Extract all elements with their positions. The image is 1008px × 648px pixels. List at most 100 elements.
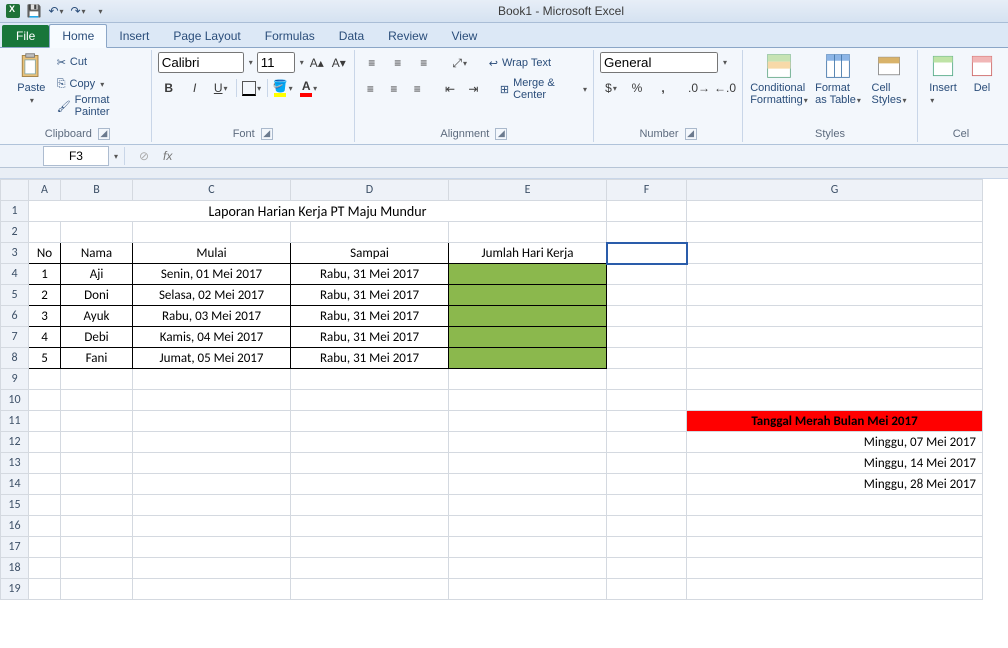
tab-formulas[interactable]: Formulas — [253, 25, 327, 47]
cell-B14[interactable] — [61, 474, 133, 495]
cell-A12[interactable] — [29, 432, 61, 453]
cell-C3[interactable]: Mulai — [133, 243, 291, 264]
undo-icon[interactable]: ↶▾ — [48, 3, 64, 19]
cell-C4[interactable]: Senin, 01 Mei 2017 — [133, 264, 291, 285]
cell-B13[interactable] — [61, 453, 133, 474]
col-header-F[interactable]: F — [607, 180, 687, 201]
clipboard-dialog-launcher[interactable]: ◢ — [98, 128, 110, 140]
row-header-12[interactable]: 12 — [1, 432, 29, 453]
number-format-combo[interactable] — [600, 52, 718, 73]
cell-B3[interactable]: Nama — [61, 243, 133, 264]
cell-D14[interactable] — [291, 474, 449, 495]
cell-B2[interactable] — [61, 222, 133, 243]
cell-C5[interactable]: Selasa, 02 Mei 2017 — [133, 285, 291, 306]
increase-decimal-icon[interactable]: .0→ — [688, 77, 710, 99]
cell-A6[interactable]: 3 — [29, 306, 61, 327]
fill-color-button[interactable]: 🪣▾ — [272, 77, 294, 99]
cell-A16[interactable] — [29, 516, 61, 537]
cell-D13[interactable] — [291, 453, 449, 474]
row-header-16[interactable]: 16 — [1, 516, 29, 537]
cell-B7[interactable]: Debi — [61, 327, 133, 348]
cell-D9[interactable] — [291, 369, 449, 390]
cell-F8[interactable] — [607, 348, 687, 369]
col-header-B[interactable]: B — [61, 180, 133, 201]
tab-view[interactable]: View — [440, 25, 490, 47]
row-header-2[interactable]: 2 — [1, 222, 29, 243]
cell-E10[interactable] — [449, 390, 607, 411]
align-center-icon[interactable]: ≡ — [384, 78, 403, 100]
tab-file[interactable]: File — [2, 25, 49, 47]
format-painter-button[interactable]: 🖌Format Painter — [57, 96, 145, 116]
select-all-corner[interactable] — [1, 180, 29, 201]
cell-F7[interactable] — [607, 327, 687, 348]
cell-A14[interactable] — [29, 474, 61, 495]
tab-home[interactable]: Home — [49, 24, 107, 48]
col-header-G[interactable]: G — [687, 180, 983, 201]
cell-G12[interactable]: Minggu, 07 Mei 2017 — [687, 432, 983, 453]
cell-B18[interactable] — [61, 558, 133, 579]
cell-D11[interactable] — [291, 411, 449, 432]
cell-G2[interactable] — [687, 222, 983, 243]
cell-C17[interactable] — [133, 537, 291, 558]
cell-E8[interactable] — [449, 348, 607, 369]
col-header-A[interactable]: A — [29, 180, 61, 201]
row-header-13[interactable]: 13 — [1, 453, 29, 474]
row-header-19[interactable]: 19 — [1, 579, 29, 600]
cell-E19[interactable] — [449, 579, 607, 600]
cell-F12[interactable] — [607, 432, 687, 453]
tab-insert[interactable]: Insert — [107, 25, 161, 47]
cell-C9[interactable] — [133, 369, 291, 390]
cell-D12[interactable] — [291, 432, 449, 453]
cell-C12[interactable] — [133, 432, 291, 453]
cell-G8[interactable] — [687, 348, 983, 369]
paste-button[interactable]: Paste▾ — [10, 52, 53, 105]
cell-E12[interactable] — [449, 432, 607, 453]
cell-D4[interactable]: Rabu, 31 Mei 2017 — [291, 264, 449, 285]
row-header-15[interactable]: 15 — [1, 495, 29, 516]
cell-F19[interactable] — [607, 579, 687, 600]
underline-button[interactable]: U▾ — [210, 77, 232, 99]
cell-D7[interactable]: Rabu, 31 Mei 2017 — [291, 327, 449, 348]
cell-B12[interactable] — [61, 432, 133, 453]
cell-A1[interactable]: Laporan Harian Kerja PT Maju Mundur — [29, 201, 607, 222]
fx-icon[interactable]: fx — [163, 149, 172, 163]
align-bottom-icon[interactable]: ≡ — [413, 52, 435, 74]
cell-G17[interactable] — [687, 537, 983, 558]
cell-G4[interactable] — [687, 264, 983, 285]
worksheet-grid[interactable]: ABCDEFG1Laporan Harian Kerja PT Maju Mun… — [0, 179, 1008, 600]
row-header-8[interactable]: 8 — [1, 348, 29, 369]
cell-F2[interactable] — [607, 222, 687, 243]
alignment-dialog-launcher[interactable]: ◢ — [495, 128, 507, 140]
comma-format-icon[interactable]: , — [652, 77, 674, 99]
conditional-formatting-button[interactable]: ConditionalFormatting▾ — [749, 52, 809, 106]
cell-A9[interactable] — [29, 369, 61, 390]
bold-button[interactable]: B — [158, 77, 180, 99]
cell-B5[interactable]: Doni — [61, 285, 133, 306]
number-dialog-launcher[interactable]: ◢ — [685, 128, 697, 140]
cell-E7[interactable] — [449, 327, 607, 348]
cell-F3[interactable] — [607, 243, 687, 264]
delete-cells-button[interactable]: Del — [966, 52, 998, 94]
cell-G13[interactable]: Minggu, 14 Mei 2017 — [687, 453, 983, 474]
row-header-17[interactable]: 17 — [1, 537, 29, 558]
cell-C7[interactable]: Kamis, 04 Mei 2017 — [133, 327, 291, 348]
font-dialog-launcher[interactable]: ◢ — [261, 128, 273, 140]
row-header-3[interactable]: 3 — [1, 243, 29, 264]
cell-G16[interactable] — [687, 516, 983, 537]
save-icon[interactable]: 💾 — [26, 3, 42, 19]
cell-D5[interactable]: Rabu, 31 Mei 2017 — [291, 285, 449, 306]
cell-F16[interactable] — [607, 516, 687, 537]
percent-format-icon[interactable]: % — [626, 77, 648, 99]
cell-C6[interactable]: Rabu, 03 Mei 2017 — [133, 306, 291, 327]
row-header-1[interactable]: 1 — [1, 201, 29, 222]
cell-E4[interactable] — [449, 264, 607, 285]
cell-D15[interactable] — [291, 495, 449, 516]
cell-F15[interactable] — [607, 495, 687, 516]
cell-A8[interactable]: 5 — [29, 348, 61, 369]
cell-F6[interactable] — [607, 306, 687, 327]
cell-E6[interactable] — [449, 306, 607, 327]
row-header-18[interactable]: 18 — [1, 558, 29, 579]
cell-E2[interactable] — [449, 222, 607, 243]
formula-input[interactable] — [176, 146, 1008, 166]
cell-D19[interactable] — [291, 579, 449, 600]
